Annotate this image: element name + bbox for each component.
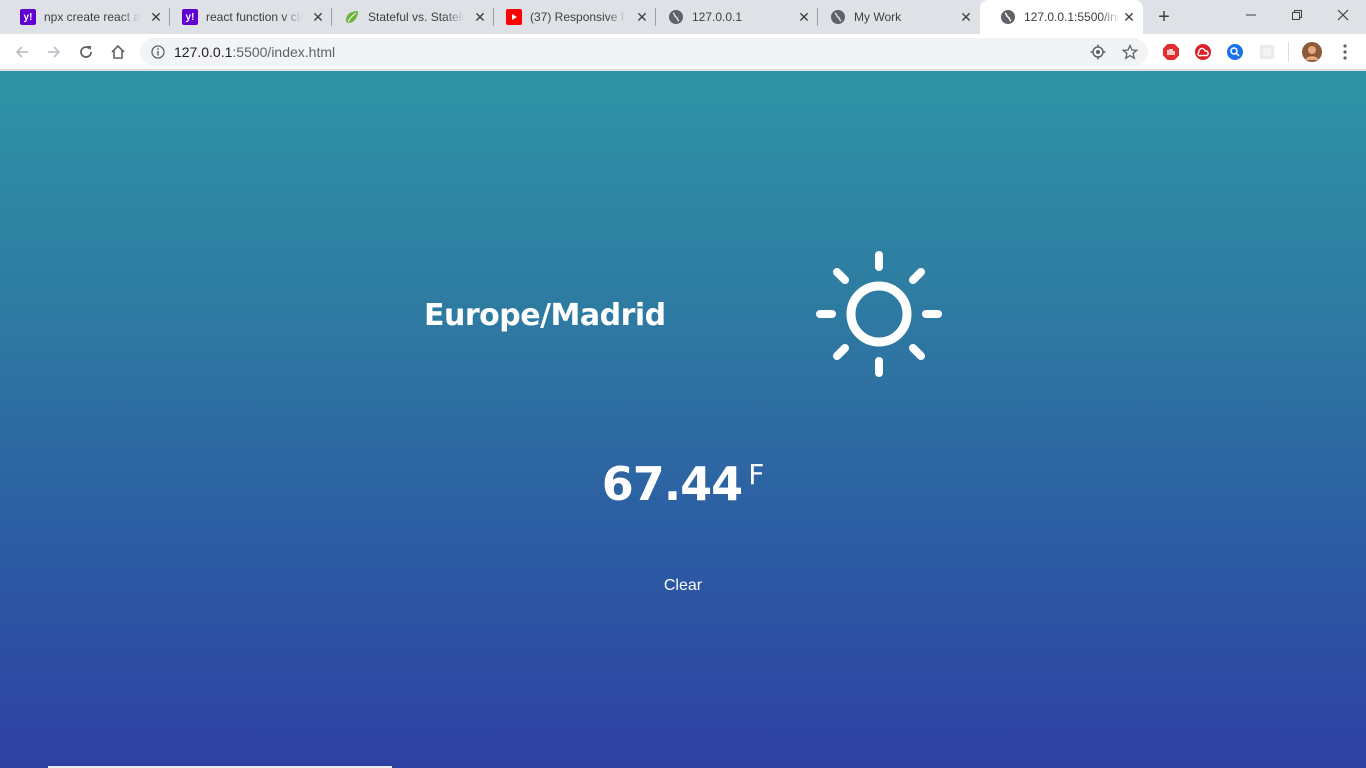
arrow-left-icon	[15, 46, 28, 58]
weather-page: Europe/Madrid 67.44 F Clear	[0, 71, 1366, 768]
youtube-icon	[506, 9, 522, 25]
globe-icon	[830, 9, 846, 25]
toolbar-divider	[1288, 42, 1289, 62]
location-icon[interactable]	[1090, 44, 1106, 60]
tab-title: My Work	[854, 10, 902, 24]
extension-placeholder-icon[interactable]	[1258, 43, 1276, 61]
search-extension-icon[interactable]	[1226, 43, 1244, 61]
minimize-button[interactable]	[1228, 0, 1274, 30]
new-tab-button[interactable]: +	[1153, 6, 1175, 28]
address-bar[interactable]: 127.0.0.1:5500/index.html	[140, 38, 1148, 66]
back-button[interactable]	[8, 38, 36, 66]
url-text: 127.0.0.1:5500/index.html	[174, 44, 335, 60]
close-window-button[interactable]	[1320, 0, 1366, 30]
url-path: :5500/index.html	[232, 44, 336, 60]
creative-cloud-extension-icon[interactable]	[1194, 43, 1212, 61]
profile-avatar[interactable]	[1302, 42, 1322, 62]
tab-title: 127.0.0.1:5500/index.html	[1024, 10, 1120, 24]
tab-title: Stateful vs. Stateless	[368, 10, 464, 24]
tab-title: 127.0.0.1	[692, 10, 743, 24]
tab-strip: y! npx create react app ✕ y! react funct…	[0, 0, 1366, 34]
restore-icon	[1292, 10, 1302, 20]
timezone-label: Europe/Madrid	[424, 298, 666, 333]
browser-tab[interactable]: (37) Responsive Portfolio ✕	[486, 0, 656, 34]
weather-description: Clear	[663, 577, 703, 594]
info-icon[interactable]	[150, 44, 166, 60]
restore-button[interactable]	[1274, 0, 1320, 30]
menu-kebab-icon[interactable]	[1336, 43, 1354, 61]
sun-icon	[816, 251, 942, 377]
close-icon	[1337, 9, 1349, 21]
close-icon[interactable]: ✕	[1121, 9, 1137, 25]
browser-tab[interactable]: y! react function v class ✕	[162, 0, 332, 34]
adblock-extension-icon[interactable]	[1162, 43, 1180, 61]
tab-title: npx create react app	[44, 10, 140, 24]
arrow-right-icon	[48, 46, 61, 58]
url-host: 127.0.0.1	[174, 44, 233, 60]
yahoo-icon: y!	[20, 9, 36, 25]
browser-tab[interactable]: My Work ✕	[810, 0, 980, 34]
browser-tab[interactable]: 127.0.0.1 ✕	[648, 0, 818, 34]
tab-title: react function v class	[206, 10, 302, 24]
temperature-section: 67.44 F	[0, 457, 1366, 511]
spring-leaf-icon	[344, 9, 360, 25]
minimize-icon	[1246, 14, 1256, 16]
close-icon[interactable]: ✕	[958, 9, 974, 25]
yahoo-icon: y!	[182, 9, 198, 25]
reload-button[interactable]	[72, 38, 100, 66]
home-icon	[111, 44, 125, 59]
browser-tab[interactable]: Stateful vs. Stateless ✕	[324, 0, 494, 34]
home-button[interactable]	[104, 38, 132, 66]
temperature-unit: F	[748, 458, 765, 491]
reload-icon	[80, 46, 92, 58]
browser-toolbar: 127.0.0.1:5500/index.html	[0, 34, 1366, 70]
bookmark-star-icon[interactable]	[1121, 43, 1139, 60]
globe-icon	[1000, 9, 1016, 25]
temperature-value: 67.44	[601, 457, 744, 511]
forward-button[interactable]	[40, 38, 68, 66]
globe-icon	[668, 9, 684, 25]
tab-title: (37) Responsive Portfolio	[530, 10, 626, 24]
browser-tab[interactable]: y! npx create react app ✕	[0, 0, 170, 34]
browser-tab-active[interactable]: 127.0.0.1:5500/index.html ✕	[980, 0, 1143, 34]
